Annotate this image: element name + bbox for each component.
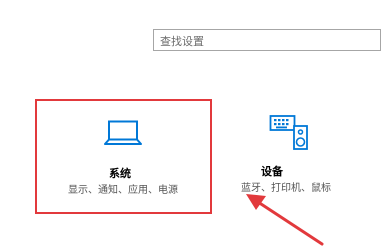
annotation-arrow: [246, 194, 324, 246]
tile-devices-title: 设备: [261, 165, 283, 178]
search-box[interactable]: [153, 29, 381, 52]
tile-system-title: 系统: [109, 167, 131, 180]
search-input[interactable]: [154, 31, 380, 52]
keyboard-speaker-icon: [269, 115, 308, 150]
tile-system-description: 显示、通知、应用、电源: [68, 185, 178, 196]
laptop-icon: [104, 120, 142, 145]
tile-system[interactable]: 系统 显示、通知、应用、电源: [35, 99, 212, 214]
